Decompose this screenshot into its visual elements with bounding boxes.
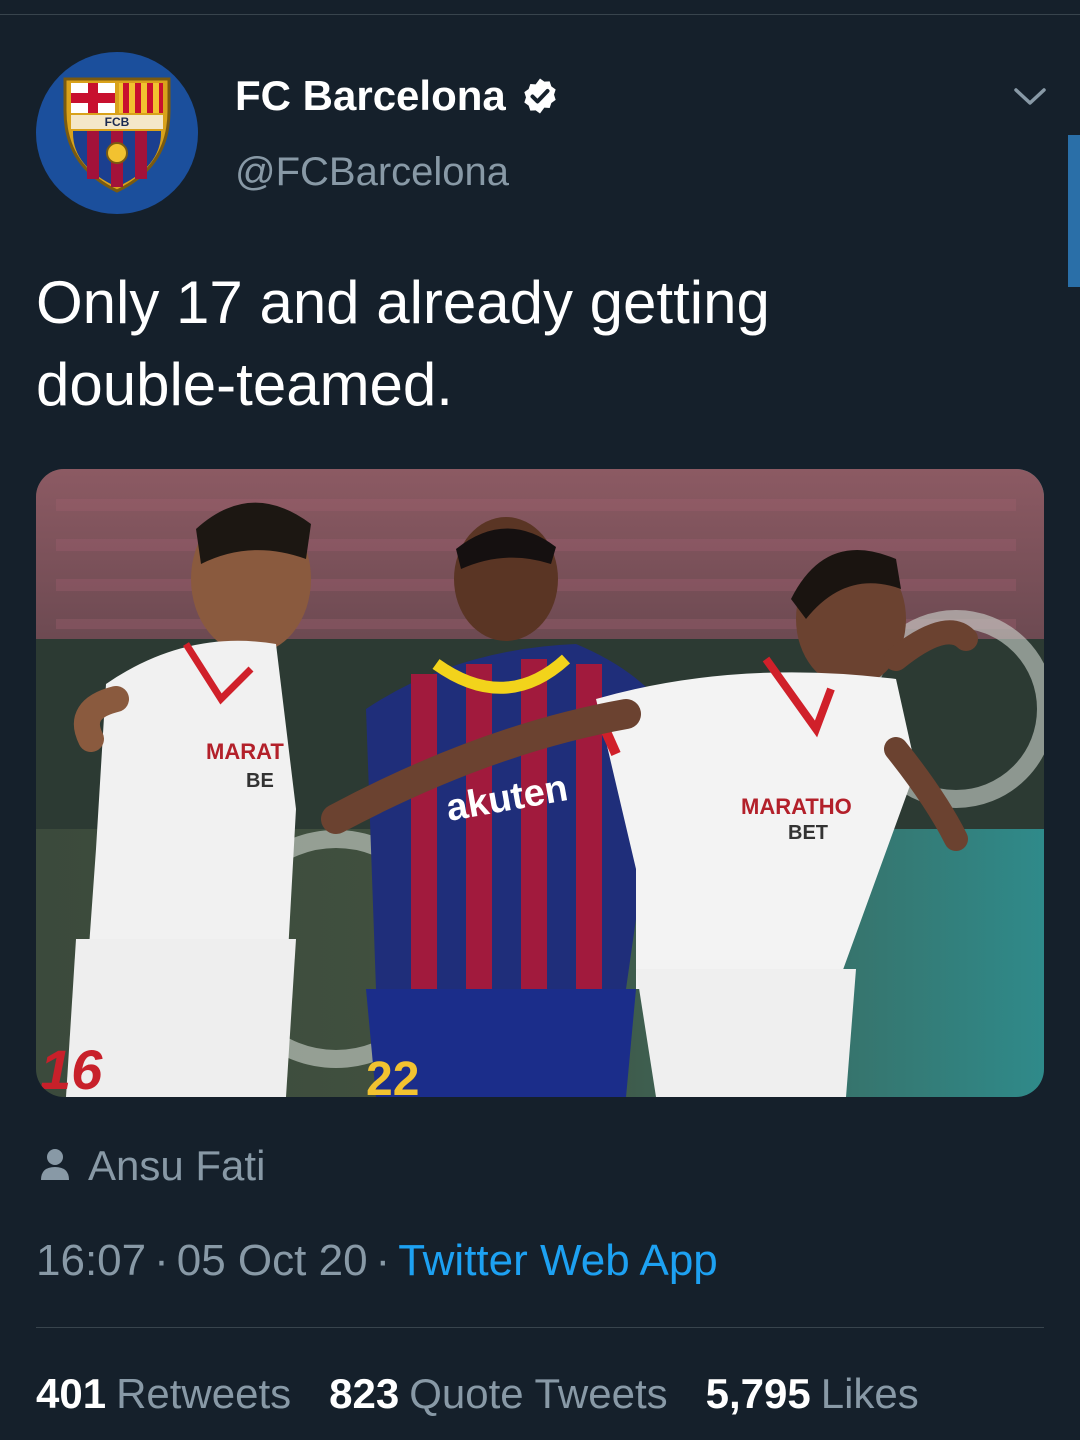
photo-text: MARAT [206, 739, 284, 764]
quote-tweets-stat[interactable]: 823 Quote Tweets [329, 1370, 667, 1418]
tweet-date[interactable]: 05 Oct 20 [177, 1236, 368, 1285]
photo-text: BE [246, 770, 274, 792]
author-name-text: FC Barcelona [235, 72, 506, 119]
photo-text: 22 [366, 1053, 419, 1097]
tweet-photo[interactable]: MARAT BE 16 akuten 22 MARATHO BET [36, 469, 1044, 1097]
fc-barcelona-crest-icon: FCB [63, 77, 171, 193]
tagged-user[interactable]: Ansu Fati [40, 1140, 265, 1192]
photo-text: 16 [40, 1038, 103, 1097]
photo-text: MARATHO [741, 794, 852, 819]
retweets-label: Retweets [116, 1370, 292, 1417]
quote-tweets-label: Quote Tweets [409, 1370, 668, 1417]
photo-text: BET [788, 822, 828, 844]
likes-count: 5,795 [705, 1370, 811, 1417]
tweet-meta: 16:07 · 05 Oct 20 · Twitter Web App [36, 1236, 718, 1286]
tweet-detail-page: FCB FC Barcelona @FCBarcelona Only 17 an… [0, 0, 1080, 1440]
tagged-user-label: Ansu Fati [88, 1142, 266, 1189]
author-display-name[interactable]: FC Barcelona [235, 72, 560, 120]
meta-separator: · [375, 1236, 391, 1285]
tweet-text: Only 17 and already getting double-teame… [36, 269, 770, 418]
likes-label: Likes [820, 1370, 919, 1417]
football-match-photo: MARAT BE 16 akuten 22 MARATHO BET [36, 469, 1044, 1097]
verified-badge-icon [520, 76, 560, 116]
author-handle[interactable]: @FCBarcelona [235, 150, 509, 195]
crest-text: FCB [105, 115, 130, 129]
avatar[interactable]: FCB [36, 52, 198, 214]
meta-separator: · [154, 1236, 169, 1285]
tweet-time[interactable]: 16:07 [36, 1236, 146, 1285]
likes-stat[interactable]: 5,795 Likes [706, 1370, 919, 1418]
top-divider [0, 14, 1080, 15]
chevron-down-icon[interactable] [1008, 78, 1052, 114]
tweet-source-link[interactable]: Twitter Web App [398, 1236, 718, 1285]
scrollbar-thumb[interactable] [1068, 135, 1080, 287]
retweets-stat[interactable]: 401 Retweets [36, 1370, 291, 1418]
retweets-count: 401 [36, 1370, 107, 1417]
tweet-stats: 401 Retweets 823 Quote Tweets 5,795 Likes [36, 1370, 957, 1418]
stats-divider [36, 1327, 1044, 1328]
person-icon [40, 1147, 70, 1186]
quote-tweets-count: 823 [329, 1370, 400, 1417]
